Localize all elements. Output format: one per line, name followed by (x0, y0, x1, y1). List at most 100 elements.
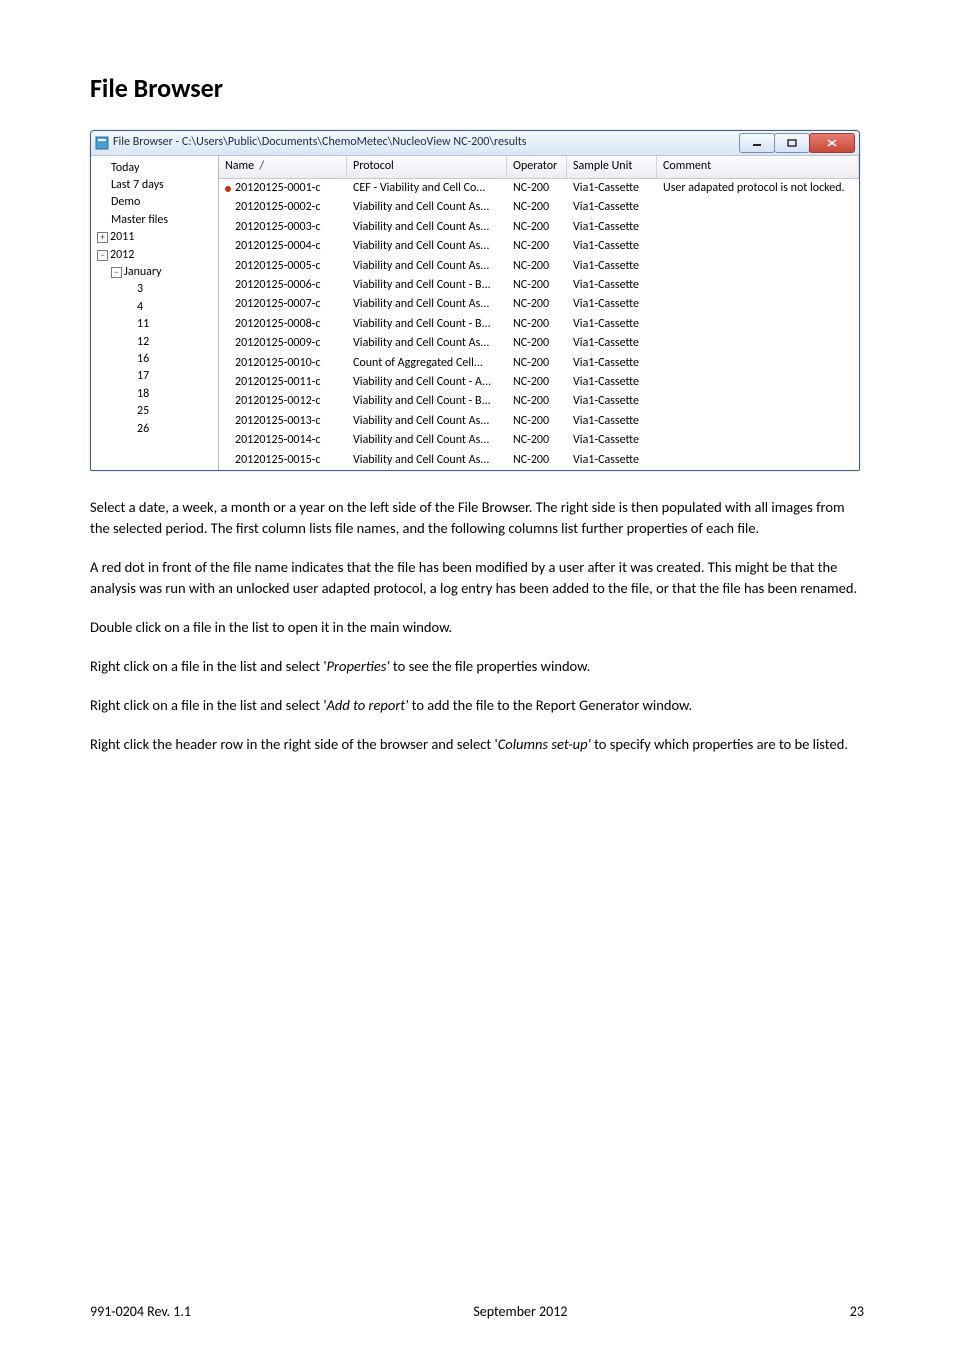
collapse-icon[interactable]: − (97, 250, 108, 261)
tree-day[interactable]: 26 (137, 421, 216, 438)
cell-name: 20120125-0006-c (219, 276, 347, 295)
cell-protocol: Viability and Cell Count As... (347, 295, 507, 314)
table-row[interactable]: 20120125-0007-cViability and Cell Count … (219, 295, 859, 314)
cell-sample-unit: Via1-Cassette (567, 431, 657, 450)
table-row[interactable]: 20120125-0004-cViability and Cell Count … (219, 237, 859, 256)
tree-day[interactable]: 16 (137, 351, 216, 368)
list-header[interactable]: Name / Protocol Operator Sample Unit Com… (219, 156, 859, 179)
cell-operator: NC-200 (507, 334, 567, 353)
cell-operator: NC-200 (507, 431, 567, 450)
cell-operator: NC-200 (507, 295, 567, 314)
date-tree[interactable]: Today Last 7 days Demo Master files + 20… (91, 156, 219, 470)
tree-demo[interactable]: Demo (111, 194, 216, 211)
cell-comment (657, 334, 859, 353)
window-minimize-button[interactable] (739, 133, 775, 153)
tree-2011[interactable]: + 2011 (97, 229, 216, 246)
table-row[interactable]: 20120125-0012-cViability and Cell Count … (219, 392, 859, 411)
cell-name: 20120125-0010-c (219, 354, 347, 373)
cell-name: 20120125-0003-c (219, 218, 347, 237)
cell-sample-unit: Via1-Cassette (567, 198, 657, 217)
col-sample-unit[interactable]: Sample Unit (567, 156, 657, 178)
file-list: Name / Protocol Operator Sample Unit Com… (219, 156, 859, 470)
cell-comment (657, 412, 859, 431)
paragraph: Select a date, a week, a month or a year… (90, 497, 864, 539)
paragraph: Double click on a file in the list to op… (90, 617, 864, 638)
window-title: File Browser - C:\Users\Public\Documents… (113, 134, 526, 151)
cell-comment (657, 198, 859, 217)
collapse-icon[interactable]: − (111, 267, 122, 278)
tree-day[interactable]: 4 (137, 299, 216, 316)
cell-protocol: Viability and Cell Count As... (347, 431, 507, 450)
cell-name: 20120125-0013-c (219, 412, 347, 431)
cell-sample-unit: Via1-Cassette (567, 451, 657, 470)
tree-day[interactable]: 18 (137, 386, 216, 403)
window-maximize-button[interactable] (774, 133, 810, 153)
cell-protocol: Viability and Cell Count As... (347, 218, 507, 237)
cell-sample-unit: Via1-Cassette (567, 237, 657, 256)
tree-day[interactable]: 3 (137, 281, 216, 298)
cell-name: 20120125-0007-c (219, 295, 347, 314)
cell-comment (657, 295, 859, 314)
table-row[interactable]: 20120125-0014-cViability and Cell Count … (219, 431, 859, 450)
cell-sample-unit: Via1-Cassette (567, 257, 657, 276)
tree-day[interactable]: 11 (137, 316, 216, 333)
tree-today[interactable]: Today (111, 160, 216, 177)
tree-january[interactable]: − January (111, 264, 216, 281)
cell-comment (657, 431, 859, 450)
cell-comment (657, 392, 859, 411)
window-titlebar[interactable]: File Browser - C:\Users\Public\Documents… (91, 131, 859, 156)
col-protocol[interactable]: Protocol (347, 156, 507, 178)
col-name[interactable]: Name / (219, 156, 347, 178)
tree-master[interactable]: Master files (111, 212, 216, 229)
cell-comment (657, 237, 859, 256)
cell-sample-unit: Via1-Cassette (567, 179, 657, 198)
cell-sample-unit: Via1-Cassette (567, 354, 657, 373)
tree-day[interactable]: 25 (137, 403, 216, 420)
window-close-button[interactable] (809, 133, 855, 153)
cell-comment: User adapated protocol is not locked. (657, 179, 859, 198)
cell-protocol: Viability and Cell Count - A... (347, 373, 507, 392)
cell-name: 20120125-0014-c (219, 431, 347, 450)
cell-comment (657, 354, 859, 373)
cell-operator: NC-200 (507, 412, 567, 431)
tree-2012[interactable]: − 2012 (97, 247, 216, 264)
table-row[interactable]: 20120125-0010-cCount of Aggregated Cell.… (219, 354, 859, 373)
cell-operator: NC-200 (507, 276, 567, 295)
cell-protocol: Viability and Cell Count As... (347, 412, 507, 431)
table-row[interactable]: 20120125-0005-cViability and Cell Count … (219, 257, 859, 276)
table-row[interactable]: 20120125-0013-cViability and Cell Count … (219, 412, 859, 431)
cell-sample-unit: Via1-Cassette (567, 276, 657, 295)
cell-name: 20120125-0011-c (219, 373, 347, 392)
tree-day[interactable]: 12 (137, 334, 216, 351)
cell-sample-unit: Via1-Cassette (567, 218, 657, 237)
table-row[interactable]: 20120125-0003-cViability and Cell Count … (219, 218, 859, 237)
table-row[interactable]: 20120125-0001-cCEF - Viability and Cell … (219, 179, 859, 198)
cell-comment (657, 451, 859, 470)
expand-icon[interactable]: + (97, 232, 108, 243)
footer-left: 991-0204 Rev. 1.1 (90, 1302, 191, 1322)
table-row[interactable]: 20120125-0006-cViability and Cell Count … (219, 276, 859, 295)
cell-operator: NC-200 (507, 373, 567, 392)
cell-name: 20120125-0004-c (219, 237, 347, 256)
file-browser-window: File Browser - C:\Users\Public\Documents… (90, 130, 860, 471)
cell-protocol: Viability and Cell Count As... (347, 451, 507, 470)
paragraph: Right click on a file in the list and se… (90, 656, 864, 677)
cell-name: 20120125-0009-c (219, 334, 347, 353)
cell-name: 20120125-0002-c (219, 198, 347, 217)
col-comment[interactable]: Comment (657, 156, 859, 178)
table-row[interactable]: 20120125-0015-cViability and Cell Count … (219, 451, 859, 470)
table-row[interactable]: 20120125-0002-cViability and Cell Count … (219, 198, 859, 217)
tree-day[interactable]: 17 (137, 368, 216, 385)
col-operator[interactable]: Operator (507, 156, 567, 178)
cell-protocol: Viability and Cell Count - B... (347, 276, 507, 295)
cell-comment (657, 276, 859, 295)
table-row[interactable]: 20120125-0009-cViability and Cell Count … (219, 334, 859, 353)
table-row[interactable]: 20120125-0011-cViability and Cell Count … (219, 373, 859, 392)
tree-day-list: 3 4 11 12 16 17 18 25 26 (111, 281, 216, 438)
cell-protocol: Viability and Cell Count - B... (347, 315, 507, 334)
page-title: File Browser (90, 70, 864, 108)
tree-last7[interactable]: Last 7 days (111, 177, 216, 194)
table-row[interactable]: 20120125-0008-cViability and Cell Count … (219, 315, 859, 334)
cell-name: 20120125-0008-c (219, 315, 347, 334)
cell-operator: NC-200 (507, 218, 567, 237)
